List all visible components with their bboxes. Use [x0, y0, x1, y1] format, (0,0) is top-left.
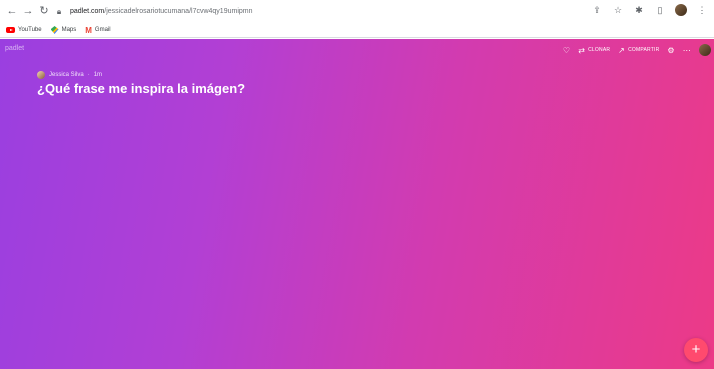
- reload-icon[interactable]: ↻: [38, 5, 50, 17]
- share-arrow-icon: ↗: [618, 45, 626, 55]
- share-button[interactable]: ↗ COMPARTIR: [618, 46, 659, 55]
- back-arrow-icon[interactable]: ←: [6, 5, 18, 17]
- like-button[interactable]: ♡: [563, 46, 570, 55]
- separator-dot: ·: [87, 72, 90, 78]
- bookmark-gmail[interactable]: M Gmail: [85, 26, 110, 35]
- star-icon[interactable]: ☆: [612, 4, 624, 16]
- author-avatar: [37, 71, 45, 79]
- youtube-icon: [6, 27, 15, 33]
- author-name: Jessica Silva: [49, 72, 84, 78]
- gmail-icon: M: [85, 25, 92, 35]
- address-bar[interactable]: 🔒︎ padlet.com/jessicadelrosariotucumana/…: [54, 4, 554, 19]
- clone-icon: ⇄: [578, 45, 586, 55]
- padlet-board: padlet ♡ ⇄ CLONAR ↗ COMPARTIR ⚙ ⋯ Jessic…: [0, 39, 714, 369]
- board-title: ¿Qué frase me inspira la imágen?: [37, 81, 246, 96]
- maps-icon: [50, 26, 59, 34]
- author-row: Jessica Silva · 1m: [37, 71, 102, 79]
- ellipsis-icon: ⋯: [682, 45, 691, 55]
- forward-arrow-icon[interactable]: →: [22, 5, 34, 17]
- settings-button[interactable]: ⚙: [667, 46, 674, 55]
- profile-avatar[interactable]: [675, 4, 687, 16]
- url-path: /jessicadelrosariotucumana/l7cvw4qy19umi…: [104, 8, 253, 15]
- bookmarks-bar: YouTube Maps M Gmail: [0, 23, 714, 38]
- extensions-icon[interactable]: ✱: [633, 4, 645, 16]
- user-avatar[interactable]: [699, 44, 711, 56]
- padlet-logo[interactable]: padlet: [5, 45, 24, 52]
- share-label: COMPARTIR: [628, 47, 660, 53]
- sidepanel-icon[interactable]: ▯: [654, 4, 666, 16]
- more-button[interactable]: ⋯: [683, 46, 691, 55]
- heart-icon: ♡: [562, 45, 571, 55]
- url-host: padlet.com: [70, 8, 105, 15]
- clone-button[interactable]: ⇄ CLONAR: [578, 46, 610, 55]
- share-icon[interactable]: ⇪: [591, 4, 603, 16]
- bookmark-label: Gmail: [94, 27, 111, 33]
- browser-actions: ⇪ ☆ ✱ ▯ ⋮: [591, 4, 708, 16]
- bookmark-youtube[interactable]: YouTube: [6, 27, 42, 33]
- bookmark-label: Maps: [61, 27, 77, 33]
- bookmark-label: YouTube: [18, 27, 42, 33]
- board-actions: ♡ ⇄ CLONAR ↗ COMPARTIR ⚙ ⋯: [563, 44, 711, 56]
- lock-icon[interactable]: 🔒︎: [54, 7, 64, 17]
- browser-toolbar: ← → ↻ 🔒︎ padlet.com/jessicadelrosariotuc…: [0, 0, 714, 23]
- add-post-button[interactable]: +: [684, 338, 708, 362]
- bookmark-maps[interactable]: Maps: [50, 26, 77, 34]
- kebab-menu-icon[interactable]: ⋮: [696, 4, 708, 16]
- clone-label: CLONAR: [588, 47, 611, 53]
- gear-icon: ⚙: [667, 45, 675, 55]
- post-time: 1m: [93, 72, 103, 78]
